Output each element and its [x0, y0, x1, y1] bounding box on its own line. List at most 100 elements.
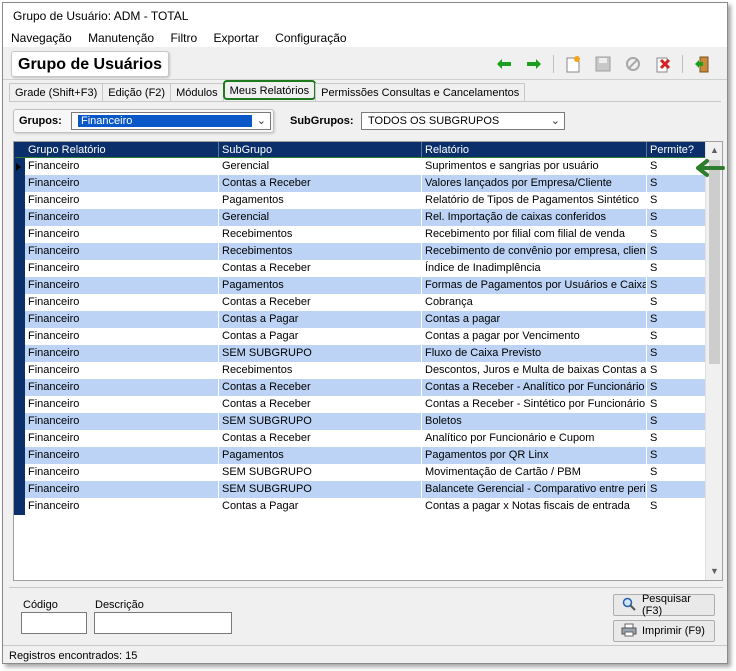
row-indicator	[14, 294, 25, 311]
cell-subgrupo: Recebimentos	[219, 362, 422, 379]
row-indicator	[14, 362, 25, 379]
table-row[interactable]: Financeiro Pagamentos Relatório de Tipos d…	[14, 192, 706, 209]
chevron-down-icon: ⌄	[256, 115, 266, 127]
menu-configuracao[interactable]: Configuração	[275, 31, 346, 45]
table-row[interactable]: Financeiro Recebimentos Recebimento de con…	[14, 243, 706, 260]
save-icon[interactable]	[588, 53, 618, 75]
new-document-icon[interactable]	[558, 53, 588, 75]
menu-manutencao[interactable]: Manutenção	[88, 31, 154, 45]
filter-bar: Grupos: Financeiro ⌄ SubGrupos: TODOS OS…	[9, 101, 721, 135]
exit-icon[interactable]	[687, 53, 717, 75]
cell-relatorio: Fluxo de Caixa Previsto	[422, 345, 647, 362]
cell-subgrupo: Pagamentos	[219, 192, 422, 209]
tab-bar: Grade (Shift+F3) Edição (F2) Módulos Meu…	[9, 80, 526, 101]
subgrupos-select[interactable]: TODOS OS SUBGRUPOS ⌄	[361, 112, 565, 130]
table-row[interactable]: Financeiro Recebimentos Descontos, Juros e…	[14, 362, 706, 379]
cell-grupo: Financeiro	[25, 328, 219, 345]
toolbar	[489, 53, 717, 75]
row-indicator	[14, 260, 25, 277]
table-row[interactable]: Financeiro Contas a Receber Analítico por …	[14, 430, 706, 447]
cell-subgrupo: Contas a Pagar	[219, 498, 422, 515]
cell-relatorio: Valores lançados por Empresa/Cliente	[422, 175, 647, 192]
delete-icon[interactable]	[648, 53, 678, 75]
row-indicator	[14, 311, 25, 328]
cell-subgrupo: SEM SUBGRUPO	[219, 413, 422, 430]
cell-permite: S	[647, 498, 706, 515]
table-row[interactable]: Financeiro Contas a Receber Contas a Receb…	[14, 396, 706, 413]
printer-icon	[620, 623, 638, 640]
imprimir-button[interactable]: Imprimir (F9)	[613, 620, 715, 642]
scroll-down-icon[interactable]: ▼	[706, 563, 722, 580]
row-indicator	[14, 464, 25, 481]
table-row[interactable]: Financeiro SEM SUBGRUPO Balancete Gerencia…	[14, 481, 706, 498]
cell-grupo: Financeiro	[25, 413, 219, 430]
cell-subgrupo: Pagamentos	[219, 447, 422, 464]
row-indicator	[14, 243, 25, 260]
table-row[interactable]: Financeiro Contas a Receber Valores lançad…	[14, 175, 706, 192]
cell-permite: S	[647, 192, 706, 209]
table-row[interactable]: Financeiro Contas a Pagar Contas a pagar p…	[14, 328, 706, 345]
tab-grade[interactable]: Grade (Shift+F3)	[9, 83, 104, 101]
scroll-thumb[interactable]	[709, 160, 720, 364]
tab-edicao[interactable]: Edição (F2)	[102, 83, 172, 101]
cell-permite: S	[647, 413, 706, 430]
cell-subgrupo: Contas a Pagar	[219, 311, 422, 328]
cell-relatorio: Cobrança	[422, 294, 647, 311]
cell-subgrupo: SEM SUBGRUPO	[219, 464, 422, 481]
cell-subgrupo: Gerencial	[219, 209, 422, 226]
table-row[interactable]: Financeiro Contas a Pagar Contas a pagar x…	[14, 498, 706, 515]
cell-grupo: Financeiro	[25, 192, 219, 209]
tab-meus-relatorios[interactable]: Meus Relatórios	[222, 80, 317, 100]
cell-grupo: Financeiro	[25, 175, 219, 192]
menu-bar: Navegação Manutenção Filtro Exportar Con…	[3, 27, 727, 47]
table-row[interactable]: Financeiro Gerencial Suprimentos e sangria…	[14, 157, 707, 176]
pesquisar-button[interactable]: Pesquisar (F3)	[613, 593, 715, 617]
codigo-label: Código	[23, 599, 58, 611]
table-row[interactable]: Financeiro SEM SUBGRUPO Fluxo de Caixa Pre…	[14, 345, 706, 362]
column-header-grupo[interactable]: Grupo Relatório	[25, 142, 219, 159]
scroll-up-icon[interactable]: ▲	[706, 142, 722, 159]
cell-permite: S	[647, 379, 706, 396]
table-row[interactable]: Financeiro Pagamentos Formas de Pagamentos…	[14, 277, 706, 294]
tab-modulos[interactable]: Módulos	[170, 83, 224, 101]
arrow-left-icon[interactable]	[489, 53, 519, 75]
menu-navegacao[interactable]: Navegação	[11, 31, 72, 45]
table-row[interactable]: Financeiro Pagamentos Pagamentos por QR Li…	[14, 447, 706, 464]
codigo-input[interactable]	[21, 612, 87, 634]
menu-filtro[interactable]: Filtro	[170, 31, 197, 45]
table-row[interactable]: Financeiro Contas a Receber Contas a Receb…	[14, 379, 706, 396]
table-row[interactable]: Financeiro Recebimentos Recebimento por fi…	[14, 226, 706, 243]
column-header-permite[interactable]: Permite?	[647, 142, 706, 159]
cell-permite: S	[647, 243, 706, 260]
cell-subgrupo: Contas a Receber	[219, 260, 422, 277]
tab-permissoes[interactable]: Permissões Consultas e Cancelamentos	[315, 83, 526, 101]
cell-relatorio: Analítico por Funcionário e Cupom	[422, 430, 647, 447]
cell-relatorio: Boletos	[422, 413, 647, 430]
table-row[interactable]: Financeiro Gerencial Rel. Importação de ca…	[14, 209, 706, 226]
cell-permite: S	[647, 430, 706, 447]
grupos-select[interactable]: Financeiro ⌄	[71, 112, 271, 130]
vertical-scrollbar[interactable]: ▲ ▼	[705, 142, 722, 580]
column-header-subgrupo[interactable]: SubGrupo	[219, 142, 422, 159]
arrow-right-icon[interactable]	[519, 53, 549, 75]
row-indicator	[14, 379, 25, 396]
toolbar-separator	[553, 55, 554, 73]
cell-grupo: Financeiro	[25, 158, 219, 175]
cell-relatorio: Balancete Gerencial - Comparativo entre …	[422, 481, 647, 498]
row-indicator	[14, 209, 25, 226]
cell-relatorio: Contas a Receber - Sintético por Funcion…	[422, 396, 647, 413]
cancel-icon[interactable]	[618, 53, 648, 75]
cell-subgrupo: Contas a Receber	[219, 430, 422, 447]
cell-subgrupo: Recebimentos	[219, 243, 422, 260]
row-indicator	[14, 277, 25, 294]
menu-exportar[interactable]: Exportar	[213, 31, 258, 45]
table-row[interactable]: Financeiro SEM SUBGRUPO Boletos S	[14, 413, 706, 430]
table-row[interactable]: Financeiro Contas a Pagar Contas a pagar S	[14, 311, 706, 328]
table-row[interactable]: Financeiro Contas a Receber Cobrança S	[14, 294, 706, 311]
cell-subgrupo: Contas a Receber	[219, 175, 422, 192]
table-row[interactable]: Financeiro Contas a Receber Índice de Inad…	[14, 260, 706, 277]
table-row[interactable]: Financeiro SEM SUBGRUPO Movimentação de Ca…	[14, 464, 706, 481]
descricao-input[interactable]	[94, 612, 232, 634]
column-header-relatorio[interactable]: Relatório	[422, 142, 647, 159]
cell-subgrupo: Recebimentos	[219, 226, 422, 243]
